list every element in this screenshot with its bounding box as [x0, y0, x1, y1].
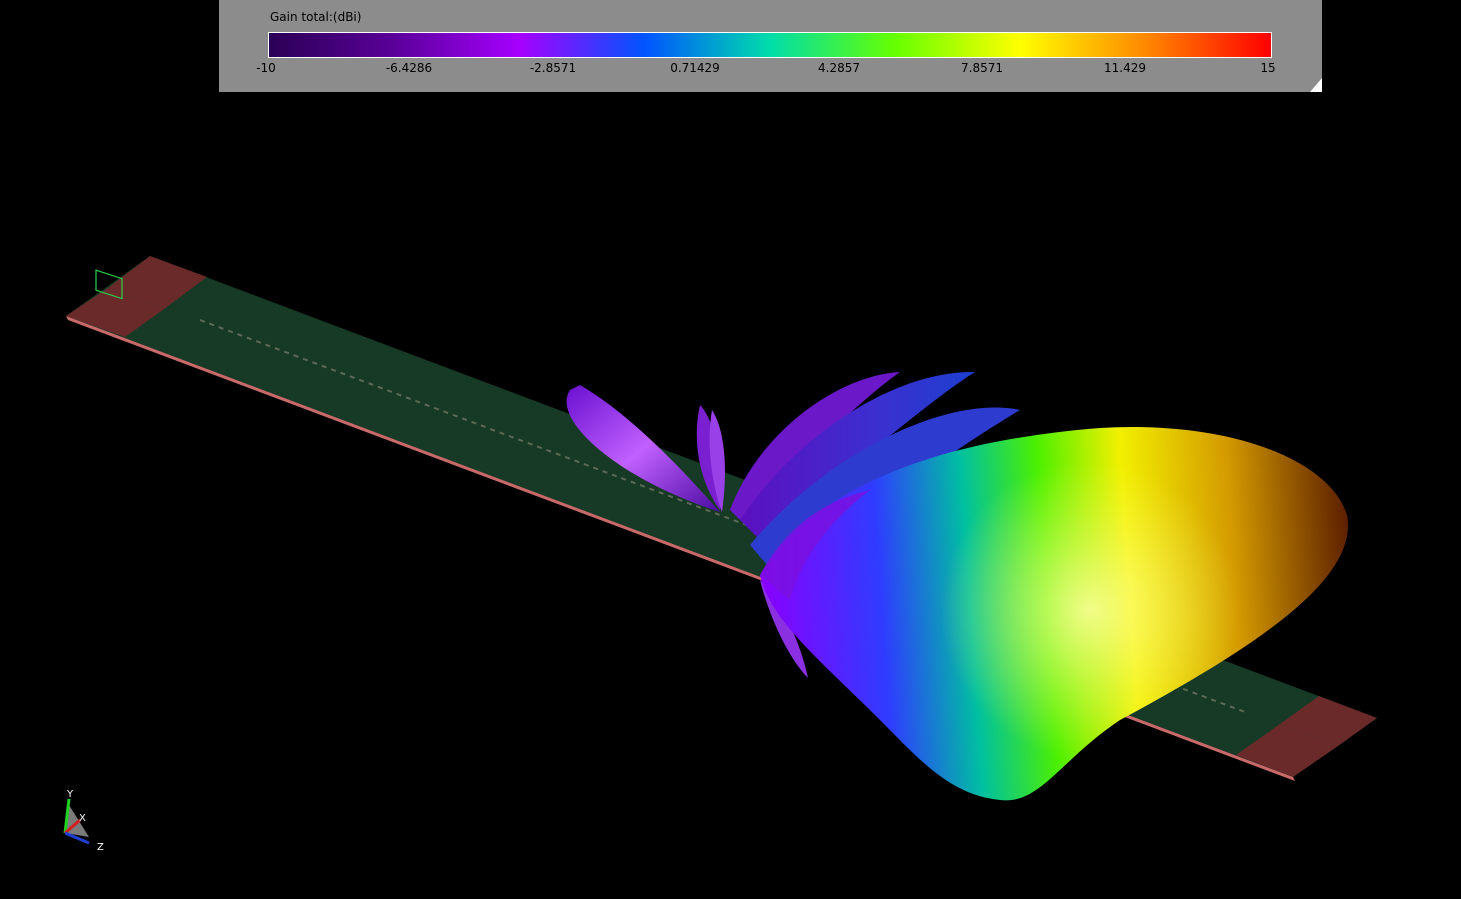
resize-grip-icon[interactable]	[1310, 78, 1322, 92]
legend-tick: 11.429	[1104, 61, 1146, 75]
legend-tick: -2.8571	[529, 61, 577, 75]
legend-colorbar	[268, 32, 1272, 58]
legend-tick: -10	[256, 61, 276, 75]
3d-viewport[interactable]: Y X Z Gain total:(dBi) -10 -6.4286 -2.85…	[0, 0, 1461, 899]
legend-tick: 15	[1260, 61, 1276, 75]
color-legend-panel[interactable]: Gain total:(dBi) -10 -6.4286 -2.8571 0.7…	[219, 0, 1322, 92]
radiation-pattern-scene[interactable]	[0, 0, 1461, 899]
legend-tick: 7.8571	[961, 61, 1003, 75]
axis-triad: Y X Z	[63, 789, 104, 853]
legend-tick: -6.4286	[385, 61, 433, 75]
legend-title: Gain total:(dBi)	[270, 10, 362, 24]
y-axis-label: Y	[66, 789, 74, 800]
z-axis-label: Z	[97, 842, 104, 853]
legend-tick: 4.2857	[818, 61, 860, 75]
legend-tick: 0.71429	[670, 61, 720, 75]
x-axis-label: X	[79, 813, 86, 824]
